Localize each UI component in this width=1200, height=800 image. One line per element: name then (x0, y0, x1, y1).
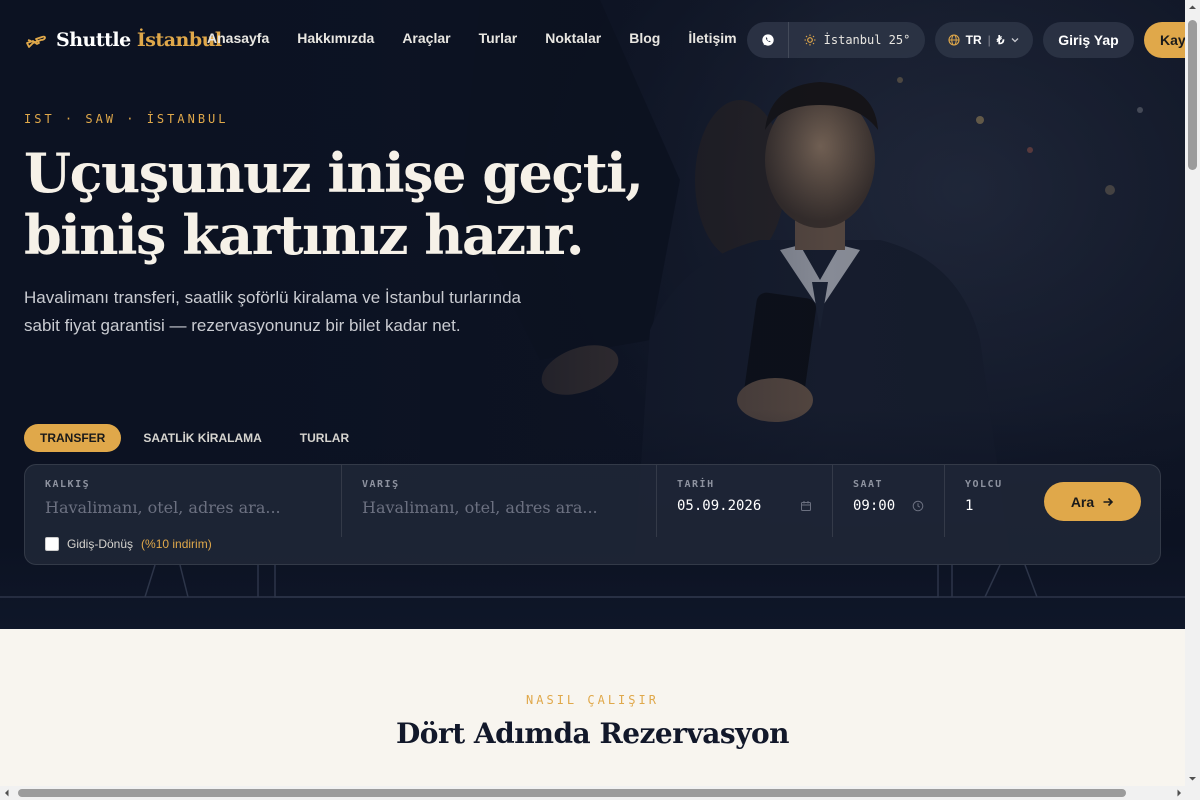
nav-item-contact[interactable]: İletişim (688, 30, 736, 46)
booking-tabs: TRANSFER SAATLİK KİRALAMA TURLAR (24, 424, 371, 452)
section-eyebrow: NASIL ÇALIŞIR (526, 693, 659, 707)
pickup-field: KALKIŞ (25, 465, 341, 537)
date-label: TARİH (677, 479, 715, 490)
sun-icon (804, 34, 816, 46)
horizontal-scrollbar[interactable] (0, 786, 1200, 800)
site-header: Shuttle İstanbul Anasayfa Hakkımızda Ara… (0, 0, 1185, 80)
dropoff-label: VARIŞ (362, 479, 400, 490)
tab-tours[interactable]: TURLAR (284, 424, 365, 452)
main-nav: Anasayfa Hakkımızda Araçlar Turlar Nokta… (207, 30, 737, 46)
search-button[interactable]: Ara (1044, 482, 1141, 521)
hero-subtitle: Havalimanı transferi, saatlik şoförlü ki… (24, 288, 521, 335)
globe-icon (948, 34, 960, 46)
booking-search-form: KALKIŞ VARIŞ TARİH 05.09.2026 SAAT (24, 464, 1161, 565)
weather-text: İstanbul 25° (823, 33, 911, 47)
passenger-label: YOLCU (965, 479, 1003, 490)
scroll-left-icon[interactable] (0, 786, 14, 800)
horizontal-scroll-thumb[interactable] (18, 789, 1126, 797)
language-code: TR (965, 33, 982, 47)
nav-item-vehicles[interactable]: Araçlar (402, 30, 450, 46)
roundtrip-option[interactable]: Gidiş-Dönüş (%10 indirim) (45, 537, 212, 551)
chevron-down-icon (1011, 38, 1019, 43)
divider: | (987, 33, 991, 47)
hero-title-line-1: Uçuşunuz inişe geçti, (24, 141, 644, 205)
arrow-right-icon (1103, 497, 1114, 506)
passenger-input[interactable]: 1 (965, 498, 1004, 514)
roundtrip-label: Gidiş-Dönüş (67, 537, 134, 551)
date-input[interactable]: 05.09.2026 (677, 498, 812, 514)
calendar-icon (801, 501, 811, 511)
date-field: TARİH 05.09.2026 (656, 465, 832, 537)
time-label: SAAT (853, 479, 884, 490)
currency-symbol: ₺ (996, 33, 1005, 47)
scroll-up-icon[interactable] (1185, 0, 1200, 15)
dropoff-field: VARIŞ (341, 465, 656, 537)
hero-title-line-2: biniş kartınız hazır. (24, 203, 585, 267)
register-button[interactable]: Kay (1144, 22, 1185, 58)
scroll-down-icon[interactable] (1185, 771, 1200, 786)
whatsapp-button[interactable] (747, 22, 789, 58)
scroll-right-icon[interactable] (1172, 786, 1186, 800)
time-value: 09:00 (853, 498, 896, 514)
page: Shuttle İstanbul Anasayfa Hakkımızda Ara… (0, 0, 1200, 800)
hero-eyebrow: IST · SAW · İSTANBUL (24, 112, 229, 126)
tab-hourly-rental[interactable]: SAATLİK KİRALAMA (127, 424, 277, 452)
vertical-scroll-thumb[interactable] (1188, 20, 1197, 170)
whatsapp-icon (761, 34, 774, 46)
dropoff-input[interactable] (362, 498, 636, 517)
vertical-scrollbar[interactable] (1185, 0, 1200, 786)
nav-item-about[interactable]: Hakkımızda (297, 30, 374, 46)
section-title: Dört Adımda Rezervasyon (396, 717, 789, 750)
hero-section: Shuttle İstanbul Anasayfa Hakkımızda Ara… (0, 0, 1185, 629)
time-field: SAAT 09:00 (832, 465, 944, 537)
brand-logo[interactable]: Shuttle İstanbul (24, 28, 222, 52)
search-button-label: Ara (1070, 493, 1095, 510)
contact-weather-pill: İstanbul 25° (747, 22, 925, 58)
roundtrip-checkbox[interactable] (45, 537, 59, 551)
brand-name: Shuttle İstanbul (56, 29, 222, 51)
seat-outline-decor (0, 565, 1185, 598)
weather-widget: İstanbul 25° (789, 33, 925, 47)
clock-icon (912, 500, 924, 512)
plane-icon (26, 35, 46, 48)
tab-transfer[interactable]: TRANSFER (24, 424, 122, 452)
nav-item-home[interactable]: Anasayfa (207, 30, 269, 46)
login-button[interactable]: Giriş Yap (1043, 22, 1134, 58)
time-input[interactable]: 09:00 (853, 498, 924, 514)
nav-item-blog[interactable]: Blog (629, 30, 660, 46)
date-value: 05.09.2026 (677, 498, 762, 514)
hero-title: Uçuşunuz inişe geçti, biniş kartınız haz… (24, 142, 664, 266)
roundtrip-discount: (%10 indirim) (141, 537, 212, 551)
language-currency-selector[interactable]: TR | ₺ (935, 22, 1033, 58)
how-it-works-section: NASIL ÇALIŞIR Dört Adımda Rezervasyon (0, 629, 1185, 800)
passenger-count: 1 (965, 498, 974, 514)
nav-item-tours[interactable]: Turlar (479, 30, 518, 46)
nav-item-locations[interactable]: Noktalar (545, 30, 601, 46)
pickup-label: KALKIŞ (45, 479, 91, 490)
passenger-field: YOLCU 1 (944, 465, 1024, 537)
pickup-input[interactable] (45, 498, 321, 517)
